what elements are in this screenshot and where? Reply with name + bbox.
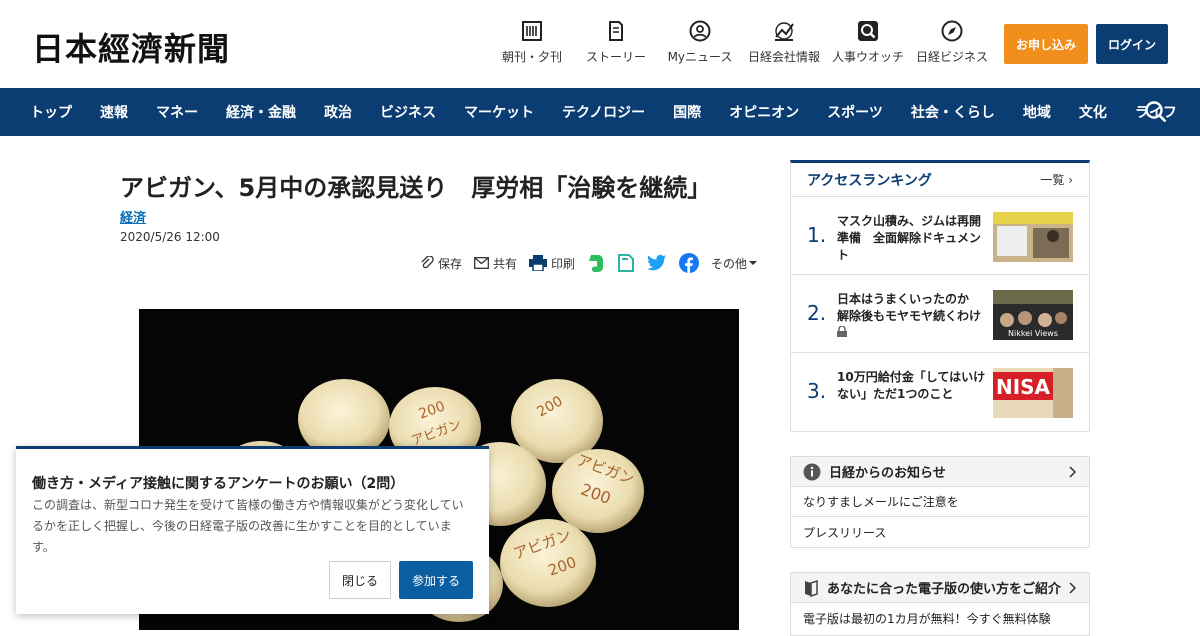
- guide-box: あなたに合った電子版の使い方をご紹介 電子版は最初の1カ月が無料！今すぐ無料体験: [790, 572, 1090, 636]
- nav-item-business[interactable]: ビジネス: [366, 102, 450, 122]
- chart-icon: [775, 22, 794, 41]
- chevron-right-icon: [1069, 466, 1077, 478]
- article-date: 2020/5/26 12:00: [120, 230, 220, 244]
- ranking-headline: 日本はうまくいったのか 解除後もモヤモヤ続くわけ: [837, 291, 987, 342]
- info-icon: [803, 463, 821, 480]
- nav-item-breaking[interactable]: 速報: [86, 102, 142, 122]
- article-category-link[interactable]: 経済: [120, 207, 146, 226]
- header-nav-label: 日経ビジネス: [915, 50, 988, 64]
- ranking-headline: マスク山積み、ジムは再開準備 全面解除ドキュメント: [837, 214, 982, 262]
- login-button[interactable]: ログイン: [1096, 24, 1168, 64]
- header-nav-personnel[interactable]: 人事ウオッチ: [826, 20, 910, 65]
- apply-button[interactable]: お申し込み: [1004, 24, 1088, 64]
- ranking-number: 2.: [807, 301, 827, 325]
- search-icon[interactable]: [1144, 100, 1168, 124]
- newspaper-icon: [522, 21, 542, 41]
- notice-header[interactable]: 日経からのお知らせ: [791, 457, 1089, 487]
- ranking-thumbnail: [993, 212, 1073, 262]
- chevron-right-icon: ›: [1068, 173, 1073, 187]
- nav-item-region[interactable]: 地域: [1009, 102, 1065, 122]
- lock-icon: [837, 325, 847, 337]
- person-search-icon: [858, 21, 878, 41]
- more-share-button[interactable]: その他: [711, 255, 761, 272]
- header-nav-label: ストーリー: [585, 50, 646, 64]
- ranking-item[interactable]: 3. 10万円給付金「してはいけない」ただ1つのこと NISA: [791, 353, 1089, 431]
- nav-item-market[interactable]: マーケット: [450, 102, 548, 122]
- site-header: 日本經濟新聞 朝刊・夕刊 ストーリー Myニュース 日経会社情報 人事ウオッチ …: [0, 0, 1200, 88]
- join-survey-button[interactable]: 参加する: [399, 561, 473, 599]
- header-nav-story[interactable]: ストーリー: [574, 20, 658, 65]
- header-nav-label: 人事ウオッチ: [831, 50, 904, 64]
- nav-item-money[interactable]: マネー: [142, 102, 212, 122]
- ranking-number: 1.: [807, 223, 827, 247]
- ranking-title: アクセスランキング: [807, 172, 932, 189]
- share-toolbar: 保存 共有 印刷 その他: [420, 252, 773, 274]
- thumbnail-caption: Nikkei Views: [1008, 329, 1058, 338]
- guide-link[interactable]: 電子版は最初の1カ月が無料！今すぐ無料体験: [791, 603, 1089, 633]
- more-label: その他: [711, 256, 748, 271]
- chevron-right-icon: [1069, 582, 1077, 594]
- facebook-icon[interactable]: [679, 253, 700, 273]
- survey-description: この調査は、新型コロナ発生を受けて皆様の働き方や情報収集がどう変化しているかを正…: [32, 498, 464, 554]
- header-nav-company[interactable]: 日経会社情報: [742, 20, 826, 65]
- nav-item-society[interactable]: 社会・くらし: [897, 102, 1009, 122]
- nav-list: トップ 速報 マネー 経済・金融 政治 ビジネス マーケット テクノロジー 国際…: [16, 88, 1191, 136]
- evernote-icon[interactable]: [587, 253, 605, 273]
- header-nav-edition[interactable]: 朝刊・夕刊: [490, 20, 574, 65]
- notice-title: 日経からのお知らせ: [829, 466, 946, 481]
- header-nav-label: 日経会社情報: [747, 50, 820, 64]
- ranking-item[interactable]: 2. 日本はうまくいったのか 解除後もモヤモヤ続くわけ Nikkei Views: [791, 275, 1089, 353]
- save-label: 保存: [438, 256, 463, 271]
- ranking-header: アクセスランキング 一覧 ›: [791, 163, 1089, 197]
- nav-item-technology[interactable]: テクノロジー: [548, 102, 659, 122]
- ranking-thumbnail: NISA: [993, 368, 1073, 418]
- compass-icon: [941, 20, 963, 42]
- header-nav: 朝刊・夕刊 ストーリー Myニュース 日経会社情報 人事ウオッチ 日経ビジネス: [490, 20, 994, 65]
- header-nav-label: 朝刊・夕刊: [501, 50, 562, 64]
- print-button[interactable]: 印刷: [529, 255, 575, 272]
- article-title: アビガン、5月中の承認見送り 厚労相「治験を継続」: [120, 174, 712, 202]
- save-button[interactable]: 保存: [420, 255, 462, 272]
- survey-title: 働き方・メディア接触に関するアンケートのお願い（2問）: [32, 476, 405, 492]
- close-button[interactable]: 閉じる: [329, 561, 391, 599]
- nav-item-opinion[interactable]: オピニオン: [715, 102, 813, 122]
- nav-item-economy[interactable]: 経済・金融: [212, 102, 310, 122]
- mail-icon: [474, 257, 489, 269]
- nav-item-sports[interactable]: スポーツ: [813, 102, 897, 122]
- notice-link[interactable]: なりすましメールにご注意を: [791, 487, 1089, 517]
- story-icon: [609, 21, 623, 41]
- notice-box: 日経からのお知らせ なりすましメールにご注意を プレスリリース: [790, 456, 1090, 548]
- ranking-item[interactable]: 1. マスク山積み、ジムは再開準備 全面解除ドキュメント: [791, 197, 1089, 275]
- site-logo[interactable]: 日本經濟新聞: [32, 24, 230, 70]
- user-icon: [689, 20, 711, 42]
- nav-item-top[interactable]: トップ: [16, 102, 86, 122]
- guide-title: あなたに合った電子版の使い方をご紹介: [827, 582, 1062, 597]
- ranking-more-link[interactable]: 一覧 ›: [1040, 171, 1073, 188]
- caret-down-icon: [749, 261, 758, 265]
- header-nav-label: Myニュース: [667, 50, 733, 64]
- header-nav-mynews[interactable]: Myニュース: [658, 20, 742, 65]
- share-button[interactable]: 共有: [474, 255, 517, 272]
- notice-link[interactable]: プレスリリース: [791, 517, 1089, 547]
- nav-item-culture[interactable]: 文化: [1065, 102, 1121, 122]
- header-nav-business[interactable]: 日経ビジネス: [910, 20, 994, 65]
- ranking-headline: 10万円給付金「してはいけない」ただ1つのこと: [837, 370, 986, 401]
- paperclip-icon: [421, 256, 434, 269]
- thumbnail-caption: NISA: [996, 375, 1051, 399]
- bookmark-icon[interactable]: [617, 253, 635, 273]
- access-ranking: アクセスランキング 一覧 › 1. マスク山積み、ジムは再開準備 全面解除ドキュ…: [790, 160, 1090, 432]
- main-navbar: トップ 速報 マネー 経済・金融 政治 ビジネス マーケット テクノロジー 国際…: [0, 88, 1200, 136]
- nav-item-international[interactable]: 国際: [659, 102, 715, 122]
- twitter-icon[interactable]: [647, 254, 667, 272]
- printer-icon: [529, 255, 548, 271]
- nav-item-politics[interactable]: 政治: [310, 102, 366, 122]
- book-icon: [805, 579, 818, 597]
- guide-header[interactable]: あなたに合った電子版の使い方をご紹介: [791, 573, 1089, 603]
- print-label: 印刷: [551, 256, 576, 271]
- ranking-number: 3.: [807, 379, 827, 403]
- share-label: 共有: [493, 256, 518, 271]
- survey-popup: 働き方・メディア接触に関するアンケートのお願い（2問） この調査は、新型コロナ発…: [16, 446, 489, 614]
- ranking-thumbnail: Nikkei Views: [993, 290, 1073, 340]
